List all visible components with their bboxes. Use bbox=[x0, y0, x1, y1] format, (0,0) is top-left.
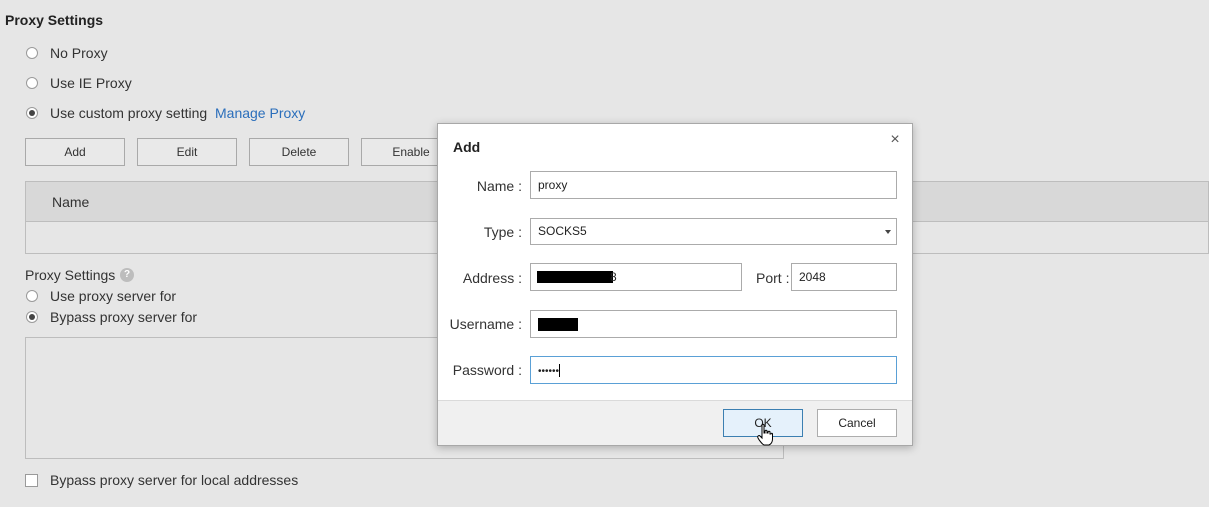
no-proxy-label: No Proxy bbox=[50, 45, 108, 61]
password-input[interactable]: •••••• bbox=[530, 356, 897, 384]
password-mask: •••••• bbox=[538, 366, 560, 377]
custom-proxy-label: Use custom proxy setting bbox=[50, 105, 208, 121]
bypass-local-checkbox[interactable] bbox=[25, 474, 38, 487]
proxy-settings-label: Proxy Settings bbox=[25, 267, 116, 283]
password-label: Password : bbox=[452, 362, 522, 378]
custom-proxy-radio[interactable] bbox=[26, 107, 38, 119]
page-title: Proxy Settings bbox=[5, 12, 104, 28]
type-select[interactable]: SOCKS5 bbox=[530, 218, 897, 245]
manage-proxy-link[interactable]: Manage Proxy bbox=[215, 105, 305, 121]
edit-button[interactable]: Edit bbox=[137, 138, 237, 166]
redaction-block bbox=[537, 271, 613, 283]
name-input[interactable]: proxy bbox=[530, 171, 897, 199]
dialog-title: Add bbox=[453, 139, 481, 155]
use-ie-proxy-radio[interactable] bbox=[26, 77, 38, 89]
redaction-block bbox=[538, 318, 578, 331]
bypass-local-label: Bypass proxy server for local addresses bbox=[50, 472, 299, 488]
bypass-proxy-server-label: Bypass proxy server for bbox=[50, 309, 198, 325]
add-button[interactable]: Add bbox=[25, 138, 125, 166]
bypass-proxy-server-radio[interactable] bbox=[26, 311, 38, 323]
type-select-value: SOCKS5 bbox=[538, 224, 587, 238]
hand-cursor-icon bbox=[757, 418, 773, 455]
type-label: Type : bbox=[483, 224, 522, 240]
username-label: Username : bbox=[449, 316, 522, 332]
address-visible-char: 8 bbox=[610, 270, 617, 284]
username-input[interactable] bbox=[530, 310, 897, 338]
name-column-header[interactable]: Name bbox=[52, 194, 89, 210]
port-input[interactable]: 2048 bbox=[791, 263, 897, 291]
name-label: Name : bbox=[476, 178, 522, 194]
text-caret bbox=[559, 364, 561, 378]
add-proxy-dialog: Add × Name : proxy Type : SOCKS5 Address… bbox=[437, 123, 913, 446]
address-label: Address : bbox=[462, 270, 522, 286]
close-icon[interactable]: × bbox=[885, 130, 905, 150]
no-proxy-radio[interactable] bbox=[26, 47, 38, 59]
help-icon[interactable]: ? bbox=[120, 268, 134, 282]
dialog-footer: OK Cancel bbox=[438, 400, 912, 445]
use-proxy-server-radio[interactable] bbox=[26, 290, 38, 302]
address-input[interactable]: 8 bbox=[530, 263, 742, 291]
use-ie-proxy-label: Use IE Proxy bbox=[50, 75, 132, 91]
use-proxy-server-label: Use proxy server for bbox=[50, 288, 177, 304]
cancel-button[interactable]: Cancel bbox=[817, 409, 897, 437]
port-label: Port : bbox=[756, 270, 790, 286]
delete-button[interactable]: Delete bbox=[249, 138, 349, 166]
chevron-down-icon bbox=[885, 230, 891, 234]
